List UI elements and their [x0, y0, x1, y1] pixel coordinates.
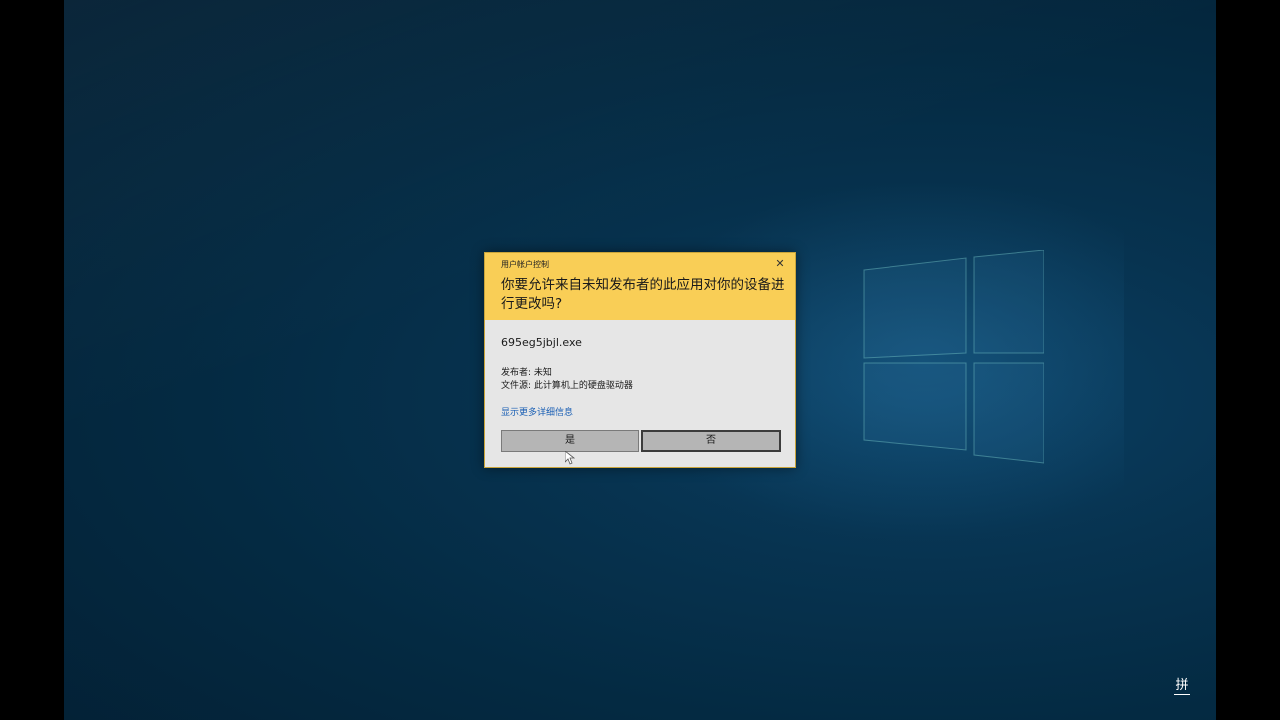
- show-more-details-link[interactable]: 显示更多详细信息: [501, 405, 573, 418]
- no-button[interactable]: 否: [641, 430, 781, 452]
- uac-question: 你要允许来自未知发布者的此应用对你的设备进行更改吗?: [501, 277, 785, 312]
- yes-button[interactable]: 是: [501, 430, 639, 452]
- uac-caption: 用户帐户控制: [501, 260, 549, 269]
- ime-indicator[interactable]: 拼: [1174, 678, 1190, 695]
- publisher-info: 发布者: 未知: [501, 368, 552, 378]
- file-origin-info: 文件源: 此计算机上的硬盘驱动器: [501, 381, 633, 391]
- app-filename: 695eg5jbjl.exe: [501, 336, 582, 349]
- close-button[interactable]: ✕: [771, 256, 789, 272]
- uac-dialog: 用户帐户控制 ✕ 你要允许来自未知发布者的此应用对你的设备进行更改吗? 695e…: [484, 252, 796, 468]
- uac-header: 用户帐户控制 ✕ 你要允许来自未知发布者的此应用对你的设备进行更改吗?: [485, 253, 795, 320]
- mouse-cursor-icon: [565, 451, 575, 465]
